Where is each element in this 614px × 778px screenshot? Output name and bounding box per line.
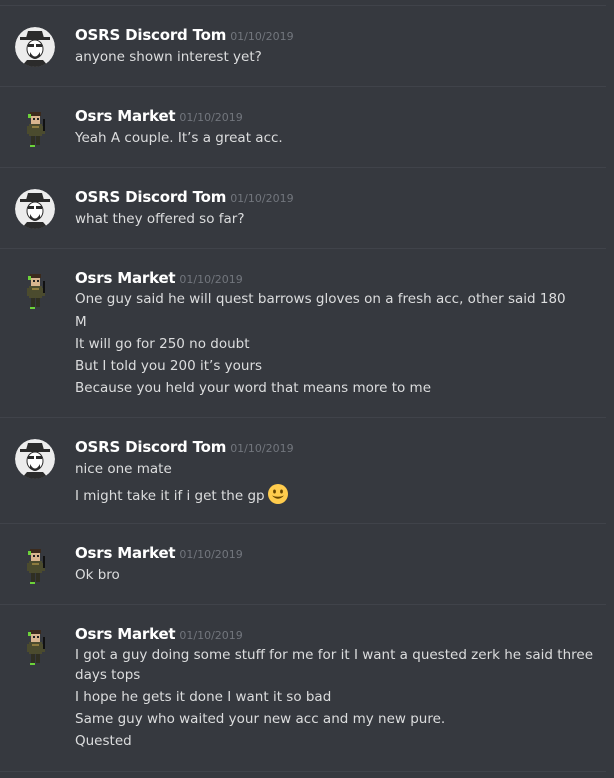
chat-message-list: OSRS Discord Tom 01/10/2019 anyone shown … <box>0 0 614 778</box>
message-group: Osrs Market 01/10/2019 One guy said he wi… <box>0 248 606 417</box>
message-group: OSRS Discord Tom 01/10/2019 nice one mate… <box>0 417 606 523</box>
timestamp: 01/10/2019 <box>230 192 294 205</box>
timestamp: 01/10/2019 <box>230 30 294 43</box>
username[interactable]: Osrs Market <box>75 107 176 125</box>
message-header: Osrs Market 01/10/2019 <box>75 624 243 643</box>
message-header: OSRS Discord Tom 01/10/2019 <box>75 25 294 44</box>
timestamp: 01/10/2019 <box>179 548 243 561</box>
avatar[interactable] <box>15 626 55 666</box>
username[interactable]: OSRS Discord Tom <box>75 26 226 44</box>
username[interactable]: OSRS Discord Tom <box>75 438 226 456</box>
message-text: I might take it if i get the gp <box>75 483 289 509</box>
message-header: OSRS Discord Tom 01/10/2019 <box>75 187 294 206</box>
message-text: what they offered so far? <box>75 211 245 227</box>
avatar[interactable] <box>15 108 55 148</box>
timestamp: 01/10/2019 <box>230 442 294 455</box>
heisenberg-avatar-icon <box>15 27 55 67</box>
message-group: OSRS Discord Tom 01/10/2019 what they off… <box>0 167 606 248</box>
message-text: I got a guy doing some stuff for me for … <box>75 647 594 663</box>
avatar[interactable] <box>15 27 55 67</box>
message-text: nice one mate <box>75 461 172 477</box>
message-group: Osrs Market 01/10/2019 Yeah A couple. It’… <box>0 86 606 167</box>
avatar[interactable] <box>15 439 55 479</box>
heisenberg-avatar-icon <box>15 189 55 229</box>
message-text: M <box>75 314 87 330</box>
message-text: anyone shown interest yet? <box>75 49 262 65</box>
message-text: days tops <box>75 667 141 683</box>
message-text: Quested <box>75 733 132 749</box>
username[interactable]: Osrs Market <box>75 544 176 562</box>
market-avatar-icon <box>27 274 45 309</box>
message-text: One guy said he will quest barrows glove… <box>75 291 566 307</box>
message-header: OSRS Discord Tom 01/10/2019 <box>75 437 294 456</box>
market-avatar-icon <box>27 549 45 584</box>
message-text: It will go for 250 no doubt <box>75 336 250 352</box>
message-text-content: I might take it if i get the gp <box>75 488 265 504</box>
market-avatar-icon <box>27 630 45 665</box>
avatar[interactable] <box>15 545 55 585</box>
username[interactable]: Osrs Market <box>75 625 176 643</box>
message-text: But I told you 200 it’s yours <box>75 358 263 374</box>
message-group: Osrs Market 01/10/2019 I got a guy doing … <box>0 604 606 772</box>
username[interactable]: OSRS Discord Tom <box>75 188 226 206</box>
timestamp: 01/10/2019 <box>179 273 243 286</box>
message-group: Osrs Market 01/10/2019 Ok bro <box>0 523 606 604</box>
avatar[interactable] <box>15 189 55 229</box>
smiley-emoji-icon[interactable] <box>267 483 289 509</box>
message-text: Because you held your word that means mo… <box>75 380 432 396</box>
message-text: I hope he gets it done I want it so bad <box>75 689 332 705</box>
message-text: Yeah A couple. It’s a great acc. <box>75 130 283 146</box>
message-text: Ok bro <box>75 567 120 583</box>
avatar[interactable] <box>15 270 55 310</box>
username[interactable]: Osrs Market <box>75 269 176 287</box>
message-group: OSRS Discord Tom 01/10/2019 anyone shown … <box>0 5 606 86</box>
timestamp: 01/10/2019 <box>179 629 243 642</box>
message-header: Osrs Market 01/10/2019 <box>75 268 243 287</box>
message-text: Same guy who waited your new acc and my … <box>75 711 446 727</box>
market-avatar-icon <box>27 112 45 147</box>
message-header: Osrs Market 01/10/2019 <box>75 543 243 562</box>
message-header: Osrs Market 01/10/2019 <box>75 106 243 125</box>
heisenberg-avatar-icon <box>15 439 55 479</box>
timestamp: 01/10/2019 <box>179 111 243 124</box>
